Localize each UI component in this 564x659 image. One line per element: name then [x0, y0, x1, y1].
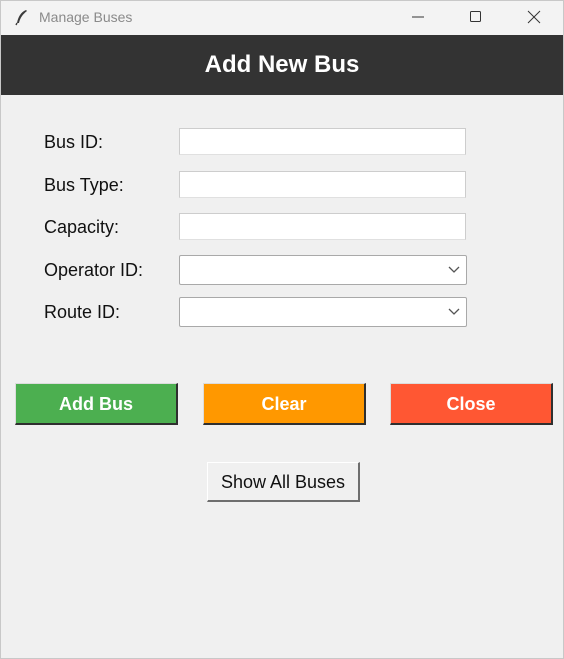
minimize-button[interactable] — [395, 1, 441, 33]
chevron-down-icon — [448, 266, 460, 273]
route-id-dropdown[interactable] — [179, 297, 467, 327]
show-all-buses-button[interactable]: Show All Buses — [207, 462, 360, 502]
window-close-button[interactable] — [511, 1, 557, 33]
chevron-down-icon — [448, 308, 460, 315]
bus-id-field[interactable] — [179, 128, 466, 155]
add-bus-button[interactable]: Add Bus — [15, 383, 178, 425]
feather-icon — [13, 8, 31, 26]
bus-type-label: Bus Type: — [44, 175, 124, 195]
minimize-icon — [412, 16, 424, 18]
operator-id-label: Operator ID: — [44, 260, 144, 280]
route-id-label: Route ID: — [44, 302, 121, 322]
page-title: Add New Bus — [204, 51, 360, 78]
title-bar[interactable]: Manage Buses — [1, 1, 563, 35]
clear-button[interactable]: Clear — [203, 383, 366, 425]
header-bar: Add New Bus — [1, 35, 563, 95]
bus-id-label: Bus ID: — [44, 132, 104, 152]
operator-id-dropdown[interactable] — [179, 255, 467, 285]
maximize-button[interactable] — [453, 1, 499, 33]
bus-type-field[interactable] — [179, 171, 466, 198]
window-title: Manage Buses — [39, 9, 133, 25]
capacity-field[interactable] — [179, 213, 466, 240]
maximize-icon — [470, 11, 481, 22]
app-window: Manage Buses Add New Bus Bus ID: Bus Typ… — [0, 0, 564, 659]
close-button[interactable]: Close — [390, 383, 553, 425]
capacity-label: Capacity: — [44, 217, 120, 237]
close-icon — [527, 10, 541, 24]
